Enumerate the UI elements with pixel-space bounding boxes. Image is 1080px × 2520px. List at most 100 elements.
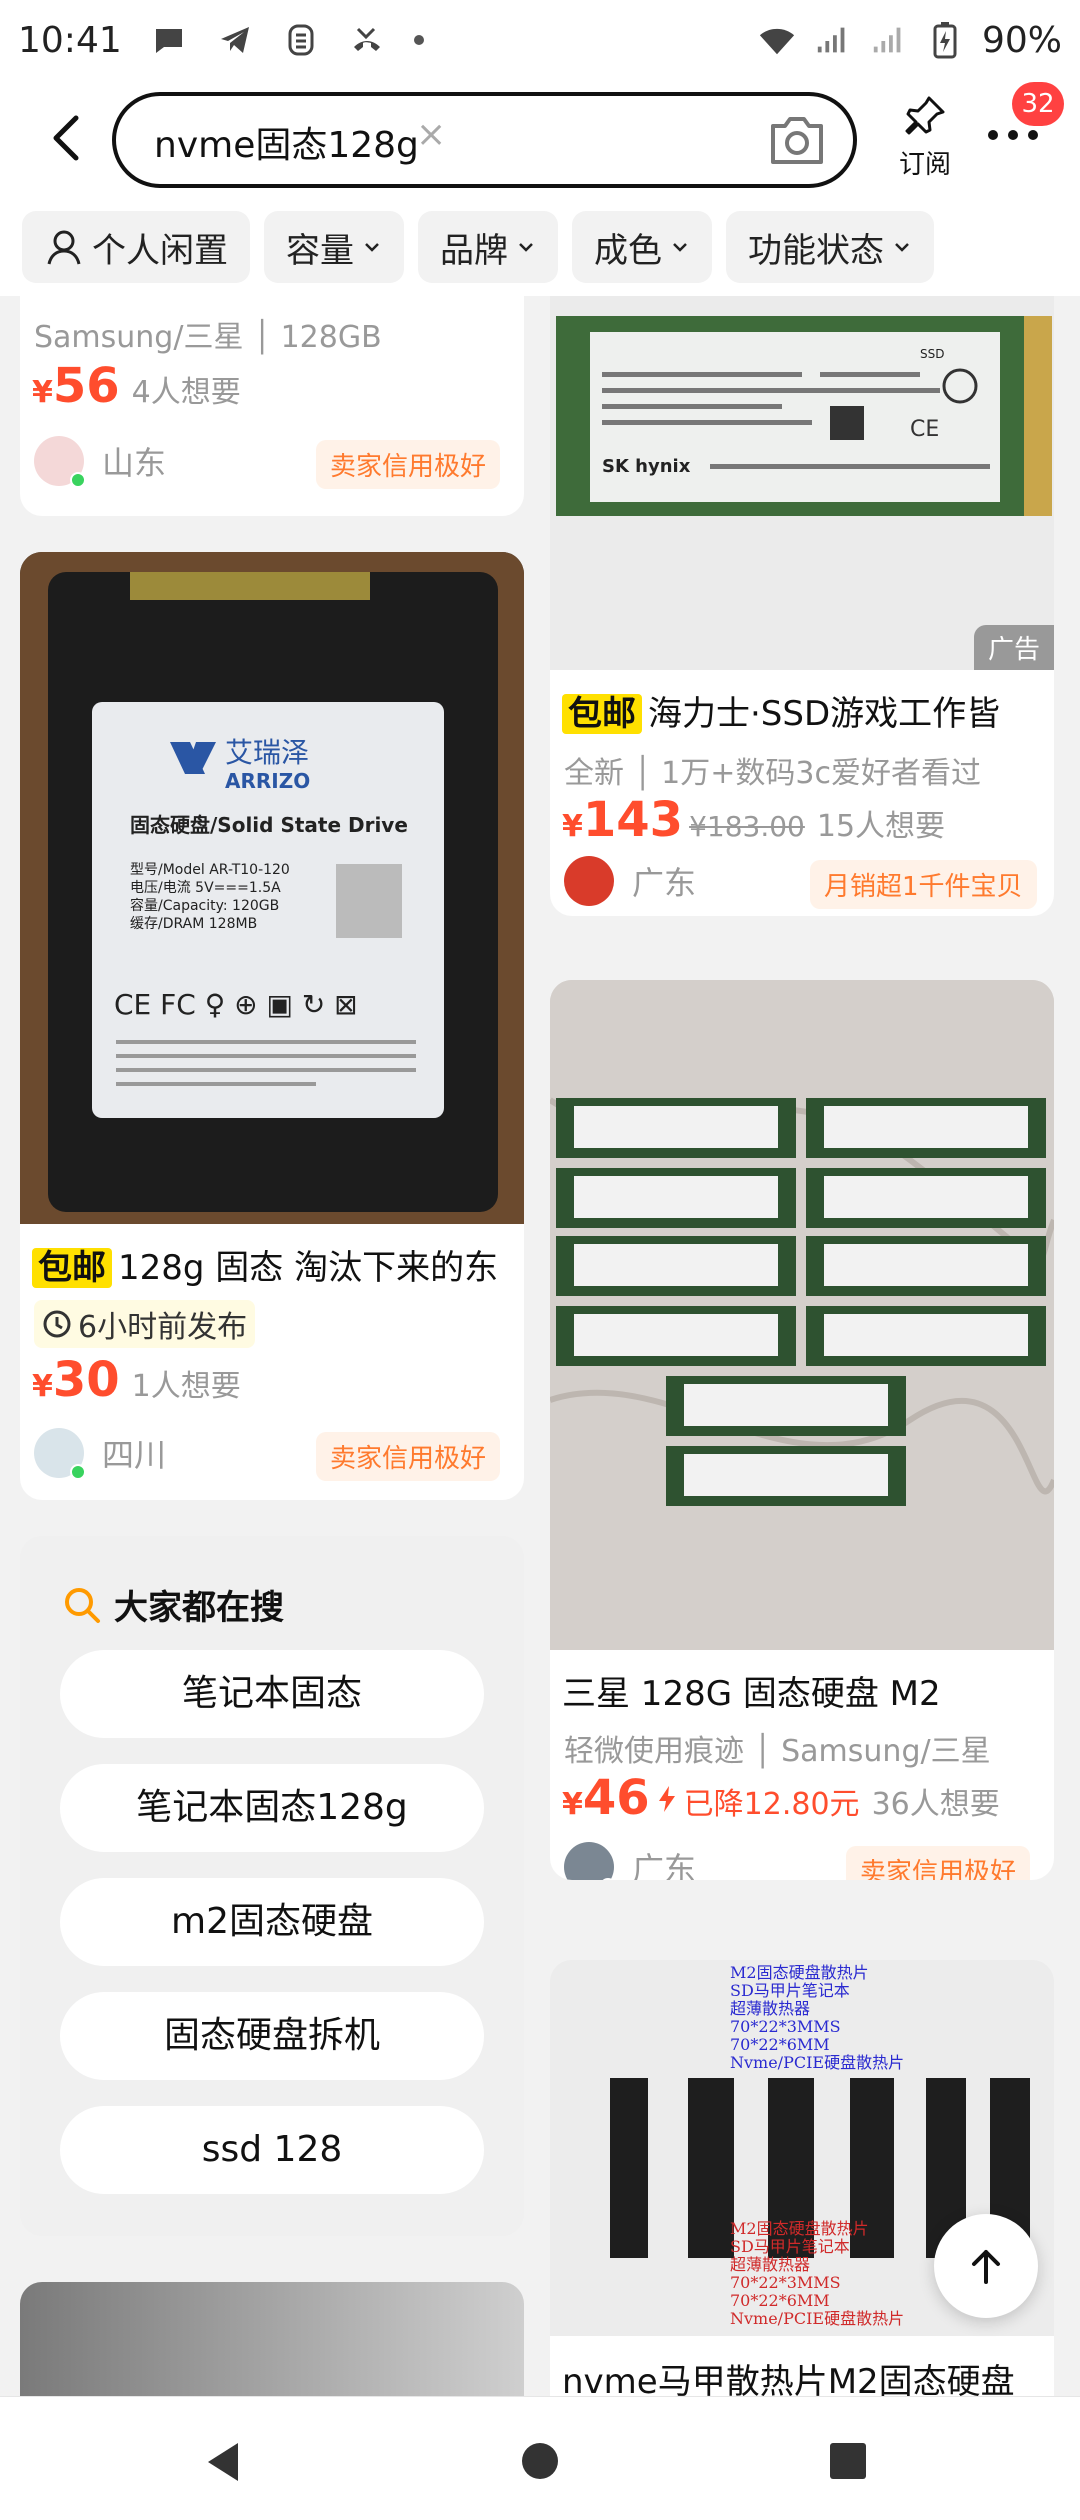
product-card-5[interactable]: M2固态硬盘散热片 SD马甲片笔记本 超薄散热器 70*22*3MMS 70*2…: [550, 1960, 1054, 2396]
price-drop: 已降12.80元: [683, 1787, 860, 1822]
seller-credit-badge: 卖家信用极好: [316, 440, 501, 489]
svg-text:M2固态硬盘散热片: M2固态硬盘散热片: [730, 2219, 869, 2238]
filter-brand[interactable]: 品牌: [418, 211, 558, 283]
product-price: ¥30 1人想要: [32, 1352, 241, 1408]
want-count: 15人想要: [816, 809, 946, 844]
svg-text:70*22*3MMS: 70*22*3MMS: [730, 2017, 841, 2036]
seller-info: 广东: [564, 856, 696, 906]
original-price: ¥183.00: [689, 810, 805, 843]
svg-text:70*22*6MM: 70*22*6MM: [730, 2035, 830, 2054]
filter-label: 容量: [286, 230, 354, 271]
product-card-6[interactable]: [20, 2282, 524, 2396]
popular-searches-panel: 大家都在搜 笔记本固态 笔记本固态128g m2固态硬盘 固态硬盘拆机 ssd …: [20, 1536, 524, 2236]
filter-label: 品牌: [440, 230, 508, 271]
seller-credit-badge: 卖家信用极好: [846, 1846, 1031, 1880]
product-image: [550, 980, 1054, 1650]
ad-label: 广告: [973, 625, 1054, 670]
product-image: 艾瑞泽 ARRIZO 固态硬盘/Solid State Drive 型号/Mod…: [20, 552, 524, 1224]
filter-label: 成色: [594, 230, 662, 271]
svg-text:CE FC ♀ ⊕ ▣ ↻ ⊠: CE FC ♀ ⊕ ▣ ↻ ⊠: [114, 988, 358, 1021]
seller-info: 四川: [34, 1428, 167, 1480]
svg-text:M2固态硬盘散热片: M2固态硬盘散热片: [730, 1963, 869, 1982]
battery-icon: [926, 21, 964, 59]
nav-home-icon[interactable]: [520, 2441, 560, 2481]
image-brand: 艾瑞泽: [225, 736, 309, 769]
popular-search-item[interactable]: 笔记本固态128g: [60, 1764, 484, 1852]
arrow-up-icon: [972, 2250, 1000, 2284]
seller-location: 广东: [632, 1850, 697, 1880]
svg-text:SD马甲片笔记本: SD马甲片笔记本: [730, 1981, 850, 2000]
popular-search-item[interactable]: 笔记本固态: [60, 1650, 484, 1738]
chevron-down-icon: [673, 243, 687, 252]
want-count: 1人想要: [131, 1369, 241, 1404]
product-card-3[interactable]: SSD CE SK hynix 广告 包邮 海力士·SSD游戏工作皆 全新 │ 1…: [550, 296, 1054, 916]
popular-search-item[interactable]: ssd 128: [60, 2106, 484, 2194]
seller-location: 山东: [102, 444, 167, 482]
want-count: 36人想要: [871, 1787, 1000, 1822]
seller-info: 广东: [564, 1842, 696, 1880]
free-shipping-tag: 包邮: [32, 1248, 112, 1288]
popular-search-item[interactable]: 固态硬盘拆机: [60, 1992, 484, 2080]
camera-icon[interactable]: [767, 112, 827, 168]
more-menu-button[interactable]: [988, 130, 1038, 140]
seller-info: 山东: [34, 436, 167, 488]
filter-personal-idle[interactable]: 个人闲置: [22, 211, 250, 283]
product-feed[interactable]: Samsung/三星 │ 128GB ¥56 4人想要 山东 卖家信用极好 艾瑞…: [0, 296, 1080, 2396]
battery-percent: 90%: [981, 19, 1062, 61]
product-image: SSD CE SK hynix 广告: [550, 296, 1054, 670]
scroll-to-top-button[interactable]: [934, 2214, 1038, 2318]
avatar: [564, 1842, 616, 1880]
system-navigation-bar: [0, 2396, 1080, 2520]
pin-icon: [905, 96, 945, 135]
product-meta: Samsung/三星 │ 128GB: [34, 320, 382, 355]
nav-back-icon[interactable]: [204, 2441, 242, 2483]
filter-function-status[interactable]: 功能状态: [726, 211, 934, 283]
svg-text:Nvme/PCIE硬盘散热片: Nvme/PCIE硬盘散热片: [730, 2053, 904, 2072]
clear-search-button[interactable]: ×: [416, 114, 446, 155]
nav-recents-icon[interactable]: [828, 2441, 868, 2481]
subscribe-button[interactable]: 订阅: [890, 94, 960, 181]
product-card-1[interactable]: Samsung/三星 │ 128GB ¥56 4人想要 山东 卖家信用极好: [20, 296, 524, 516]
product-price: ¥46 已降12.80元 36人想要: [562, 1770, 1000, 1826]
svg-text:缓存/DRAM 128MB: 缓存/DRAM 128MB: [130, 916, 257, 932]
telegram-icon: [216, 21, 254, 59]
subscribe-label: 订阅: [898, 150, 951, 180]
popular-search-item[interactable]: m2固态硬盘: [60, 1878, 484, 1966]
svg-text:70*22*3MMS: 70*22*3MMS: [730, 2273, 841, 2292]
wifi-icon: [758, 21, 796, 59]
signal-icon-2: [870, 21, 908, 59]
svg-text:容量/Capacity: 120GB: 容量/Capacity: 120GB: [130, 897, 279, 914]
chat-bubble-icon: [150, 21, 188, 59]
chevron-down-icon: [365, 243, 379, 252]
missed-call-icon: [348, 21, 386, 59]
product-title: 三星 128G 固态硬盘 M2: [562, 1674, 941, 1714]
product-meta: 全新 │ 1万+数码3c爱好者看过: [564, 756, 981, 791]
filter-capacity[interactable]: 容量: [264, 211, 404, 283]
product-title: nvme马甲散热片M2固态硬盘: [562, 2362, 1015, 2396]
svg-text:SSD: SSD: [920, 347, 944, 361]
product-card-4[interactable]: 三星 128G 固态硬盘 M2 轻微使用痕迹 │ Samsung/三星 ¥46 …: [550, 980, 1054, 1880]
clock-icon: [43, 1310, 71, 1338]
product-title: 包邮 海力士·SSD游戏工作皆: [562, 686, 1046, 735]
back-button[interactable]: [40, 110, 96, 166]
avatar: [564, 856, 614, 906]
product-price: ¥143 ¥183.00 15人想要: [562, 792, 946, 848]
product-card-2[interactable]: 艾瑞泽 ARRIZO 固态硬盘/Solid State Drive 型号/Mod…: [20, 552, 524, 1500]
chevron-down-icon: [895, 243, 909, 252]
monthly-sales-badge: 月销超1千件宝贝: [810, 860, 1037, 909]
status-time: 10:41: [18, 19, 122, 61]
search-icon: [65, 1587, 100, 1623]
filter-condition[interactable]: 成色: [572, 211, 712, 283]
svg-text:SD马甲片笔记本: SD马甲片笔记本: [730, 2237, 850, 2256]
svg-text:型号/Model AR-T10-120: 型号/Model AR-T10-120: [130, 862, 290, 878]
svg-text:CE: CE: [910, 417, 939, 442]
search-input[interactable]: nvme固态128g ×: [112, 92, 857, 188]
avatar: [34, 436, 86, 488]
seller-location: 四川: [102, 1436, 167, 1474]
popular-searches-title: 大家都在搜: [62, 1580, 284, 1629]
back-arrow-icon: [53, 115, 79, 161]
image-brand: SK hynix: [602, 456, 691, 477]
search-query: nvme固态128g: [154, 125, 419, 166]
signal-icon-1: [814, 21, 852, 59]
more-notifications-dot: [413, 35, 424, 45]
